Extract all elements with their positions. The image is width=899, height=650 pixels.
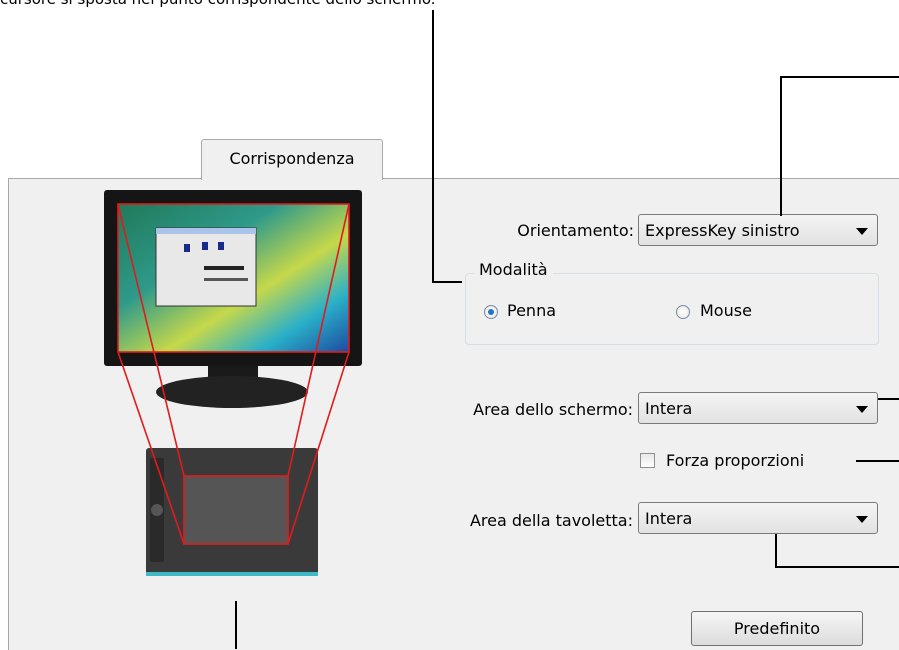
force-proportions-checkbox[interactable]: [640, 453, 655, 468]
radio-pen[interactable]: [484, 305, 498, 319]
tab-corrispondenza[interactable]: Corrispondenza: [201, 139, 383, 180]
force-proportions-label: Forza proporzioni: [666, 451, 805, 470]
callout-line-mode: [432, 10, 434, 282]
instruction-text: cursore si sposta nel punto corrisponden…: [0, 0, 436, 8]
callout-line-tablet-area-h: [775, 566, 899, 568]
mapping-illustration: [104, 190, 362, 576]
mode-legend: Modalità: [474, 260, 553, 279]
monitor-base: [156, 376, 308, 408]
orientation-dropdown[interactable]: ExpressKey sinistro: [638, 214, 878, 246]
callout-line-screen-area: [878, 398, 899, 400]
tablet-area-label: Area della tavoletta:: [469, 511, 633, 530]
callout-line-mode-tick: [432, 281, 462, 283]
default-button[interactable]: Predefinito: [691, 611, 863, 646]
chevron-down-icon: [856, 516, 868, 523]
radio-pen-label: Penna: [507, 301, 557, 320]
tablet-active-area: [184, 476, 288, 544]
callout-line-illustration: [235, 601, 237, 649]
callout-line-tablet-area: [775, 534, 777, 568]
radio-mouse-label: Mouse: [700, 301, 752, 320]
callout-line-orientation: [780, 76, 782, 216]
orientation-label: Orientamento:: [517, 221, 634, 240]
screen-area-value: Intera: [645, 399, 693, 418]
screen-area-dropdown[interactable]: Intera: [638, 392, 878, 424]
chevron-down-icon: [856, 228, 868, 235]
callout-line-force-proportions: [856, 460, 899, 462]
tablet-area-dropdown[interactable]: Intera: [638, 502, 878, 534]
callout-line-orientation-top: [780, 76, 899, 78]
tablet-area-value: Intera: [645, 509, 693, 528]
radio-mouse[interactable]: [676, 305, 690, 319]
screen-area-label: Area dello schermo:: [473, 400, 633, 419]
chevron-down-icon: [856, 406, 868, 413]
orientation-value: ExpressKey sinistro: [645, 221, 800, 240]
